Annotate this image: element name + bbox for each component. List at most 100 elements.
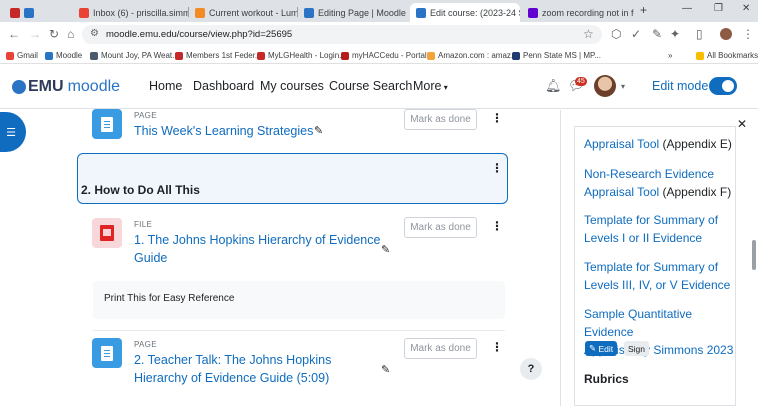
bookmark-amazon[interactable]: Amazon.com : amaz... bbox=[427, 51, 518, 60]
tab-pinned[interactable] bbox=[4, 3, 64, 22]
site-info-icon[interactable]: ⚙ bbox=[90, 28, 99, 39]
check-icon[interactable]: ✓ bbox=[631, 27, 641, 41]
page-icon bbox=[92, 109, 122, 139]
block-drawer: ✕ Appraisal Tool (Appendix E) Non-Resear… bbox=[560, 110, 758, 406]
vimeo-icon bbox=[24, 7, 34, 18]
edit-mode-label: Edit mode bbox=[652, 79, 709, 93]
activity-link[interactable]: 2. Teacher Talk: The Johns Hopkins Hierar… bbox=[134, 351, 331, 387]
tab-zoom[interactable]: zoom recording not in fo ✕ bbox=[522, 3, 634, 22]
bookmark-pennstate[interactable]: Penn State MS | MP... bbox=[512, 51, 601, 60]
amazon-icon bbox=[427, 51, 435, 60]
reload-icon[interactable]: ↻ bbox=[49, 27, 59, 41]
help-button[interactable]: ? bbox=[520, 358, 542, 380]
bookmark-gmail[interactable]: Gmail bbox=[6, 51, 38, 60]
nav-home[interactable]: Home bbox=[149, 79, 182, 93]
activity-actions-kebab-icon[interactable]: ⋮ bbox=[491, 219, 503, 233]
activity-type: PAGE bbox=[134, 340, 157, 349]
bookmark-myhacc[interactable]: myHACCedu - Portal bbox=[341, 51, 427, 60]
hacc-icon bbox=[341, 51, 349, 60]
moodle-icon bbox=[416, 7, 426, 18]
messages-count-badge: 45 bbox=[575, 77, 587, 86]
pdf-file-icon bbox=[92, 218, 122, 248]
activity-link[interactable]: This Week's Learning Strategies bbox=[134, 122, 313, 140]
links-block: Appraisal Tool (Appendix E) Non-Research… bbox=[574, 126, 736, 406]
bookmark-mylghealth[interactable]: MyLGHealth - Login... bbox=[257, 51, 346, 60]
pencil-icon: ✎ bbox=[589, 343, 599, 353]
edit-title-pencil-icon[interactable]: ✎ bbox=[381, 243, 390, 256]
block-link-appendix-f[interactable]: Non-Research Evidence Appraisal Tool (App… bbox=[584, 165, 735, 201]
close-icon[interactable]: ✕ bbox=[406, 7, 408, 18]
activity-link[interactable]: 1. The Johns Hopkins Hierarchy of Eviden… bbox=[134, 231, 380, 267]
forward-icon[interactable]: → bbox=[29, 27, 41, 41]
activity-type: PAGE bbox=[134, 111, 157, 120]
yahoo-icon bbox=[528, 7, 538, 18]
tab-edit-course[interactable]: Edit course: (2023-24 SU ✕ bbox=[410, 3, 520, 22]
nav-my-courses[interactable]: My courses bbox=[260, 79, 324, 93]
mark-as-done-button[interactable]: Mark as done bbox=[404, 338, 477, 359]
site-logo[interactable]: EMU moodle bbox=[12, 78, 120, 96]
window-close-icon[interactable]: ✕ bbox=[742, 3, 750, 14]
health-icon bbox=[257, 51, 265, 60]
mark-as-done-button[interactable]: Mark as done bbox=[404, 109, 477, 130]
bookmark-weather[interactable]: Mount Joy, PA Weat... bbox=[90, 51, 179, 60]
moodle-icon bbox=[45, 51, 53, 60]
url-text[interactable]: moodle.emu.edu/course/view.php?id=25695 bbox=[106, 29, 292, 40]
rubrics-heading: Rubrics bbox=[584, 372, 629, 386]
close-drawer-icon[interactable]: ✕ bbox=[737, 117, 747, 131]
section-actions-kebab-icon[interactable]: ⋮ bbox=[491, 161, 503, 175]
bank-icon bbox=[175, 51, 183, 60]
folder-icon bbox=[696, 51, 704, 60]
home-icon[interactable]: ⌂ bbox=[67, 27, 74, 41]
gmail-icon bbox=[79, 7, 89, 18]
minimize-icon[interactable]: — bbox=[682, 3, 692, 14]
block-link-summary-iii-v[interactable]: Template for Summary of Levels III, IV, o… bbox=[584, 258, 735, 294]
overflow-chevron-icon[interactable]: » bbox=[668, 51, 672, 60]
block-link-appendix-e[interactable]: Appraisal Tool (Appendix E) bbox=[584, 135, 735, 153]
browser-toolbar: ← → ↻ ⌂ ⚙ moodle.emu.edu/course/view.php… bbox=[0, 22, 758, 47]
puzzle-icon[interactable]: ✦ bbox=[670, 27, 680, 41]
drawer-scrollbar-thumb[interactable] bbox=[752, 240, 756, 270]
nav-course-search[interactable]: Course Search bbox=[329, 79, 412, 93]
all-bookmarks[interactable]: All Bookmarks bbox=[696, 51, 758, 60]
block-link-summary-i-ii[interactable]: Template for Summary of Levels I or II Ev… bbox=[584, 211, 735, 247]
edit-title-pencil-icon[interactable]: ✎ bbox=[314, 124, 323, 137]
edit-mode-toggle[interactable] bbox=[709, 77, 737, 95]
course-index-toggle[interactable]: ☰ bbox=[0, 112, 26, 152]
tab-editing-page[interactable]: Editing Page | Moodle ✕ bbox=[298, 3, 408, 22]
section-header[interactable]: 2. How to Do All This ⋮ bbox=[77, 153, 508, 204]
activity-actions-kebab-icon[interactable]: ⋮ bbox=[491, 111, 503, 125]
extension-icon[interactable]: ⬡ bbox=[611, 27, 621, 41]
user-menu-chevron-icon[interactable]: ▾ bbox=[621, 82, 625, 91]
bookmark-members1st[interactable]: Members 1st Feder... bbox=[175, 51, 262, 60]
edit-button[interactable]: ✎ Edit bbox=[585, 341, 618, 356]
chevron-down-icon: ▾ bbox=[441, 83, 448, 92]
toggle-knob bbox=[722, 80, 734, 92]
moodle-icon bbox=[304, 7, 314, 18]
section-title: 2. How to Do All This bbox=[81, 183, 200, 197]
activity-actions-kebab-icon[interactable]: ⋮ bbox=[491, 340, 503, 354]
bookmark-moodle[interactable]: Moodle bbox=[45, 51, 82, 60]
gmail-icon bbox=[6, 51, 14, 60]
dropper-icon[interactable]: ✎ bbox=[652, 27, 662, 41]
user-avatar[interactable] bbox=[594, 75, 616, 97]
address-bar[interactable]: ⚙ moodle.emu.edu/course/view.php?id=2569… bbox=[82, 25, 602, 44]
back-icon[interactable]: ← bbox=[8, 27, 20, 41]
restore-icon[interactable]: ❐ bbox=[714, 3, 723, 14]
star-icon[interactable]: ☆ bbox=[583, 27, 594, 41]
nav-more[interactable]: More ▾ bbox=[413, 79, 448, 93]
bookmarks-bar: Gmail Moodle Mount Joy, PA Weat... Membe… bbox=[0, 47, 758, 64]
tab-workout[interactable]: Current workout - Lumo ✕ bbox=[189, 3, 297, 22]
edit-title-pencil-icon[interactable]: ✎ bbox=[381, 363, 390, 376]
sidebar-icon[interactable]: ▯ bbox=[696, 27, 703, 41]
nav-dashboard[interactable]: Dashboard bbox=[193, 79, 254, 93]
new-tab-button[interactable]: + bbox=[640, 3, 647, 17]
lumo-icon bbox=[195, 7, 205, 18]
browser-tab-bar: Inbox (6) - priscilla.simm Current worko… bbox=[0, 0, 758, 22]
weather-icon bbox=[90, 51, 98, 60]
tab-gmail[interactable]: Inbox (6) - priscilla.simm bbox=[73, 3, 188, 22]
notification-bell-icon[interactable]: 🔔︎ bbox=[545, 78, 562, 94]
mark-as-done-button[interactable]: Mark as done bbox=[404, 217, 477, 238]
sign-button[interactable]: Sign bbox=[624, 341, 650, 356]
profile-avatar-icon[interactable] bbox=[720, 28, 732, 40]
menu-icon[interactable]: ⋮ bbox=[742, 27, 754, 41]
